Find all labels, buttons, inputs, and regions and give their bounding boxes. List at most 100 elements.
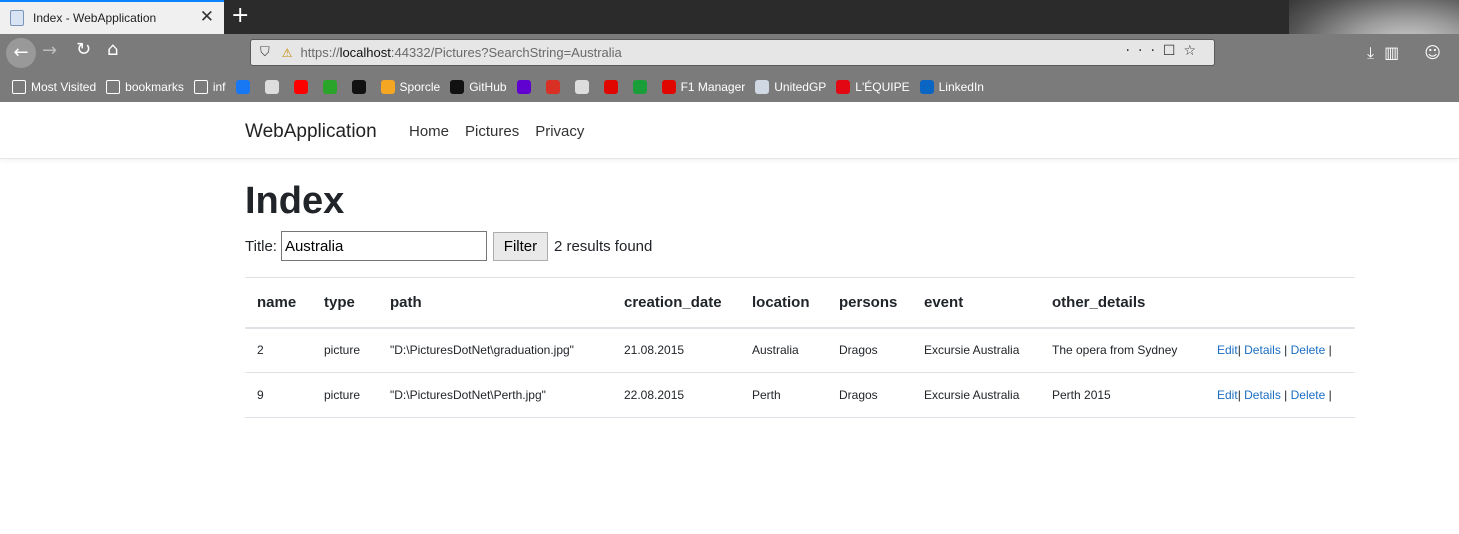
details-link[interactable]: Details — [1244, 343, 1281, 357]
table-header-row: name type path creation_date location pe… — [245, 277, 1355, 329]
bookmark-item[interactable] — [322, 80, 342, 94]
main-nav: Home Pictures Privacy — [409, 123, 584, 140]
bookmark-item[interactable]: Sporcle — [380, 80, 441, 94]
bookmark-item[interactable]: F1 Manager — [661, 80, 746, 94]
nav-privacy[interactable]: Privacy — [535, 123, 584, 140]
delete-link[interactable]: Delete — [1291, 388, 1326, 402]
bookmark-item[interactable]: inf — [193, 80, 226, 94]
forward-icon[interactable]: → — [42, 40, 57, 61]
site-header: WebApplication Home Pictures Privacy — [0, 102, 1459, 159]
nav-pictures[interactable]: Pictures — [465, 123, 519, 140]
bookmark-item[interactable] — [264, 80, 284, 94]
bookmark-item[interactable]: L'ÉQUIPE — [836, 80, 910, 94]
lock-warning-icon[interactable]: ⚠ — [282, 46, 293, 60]
bookmark-label: LinkedIn — [938, 80, 984, 94]
bookmark-icon — [106, 80, 121, 94]
bookmark-label: GitHub — [469, 80, 507, 94]
table-row: 9 picture "D:\PicturesDotNet\Perth.jpg" … — [245, 372, 1355, 418]
column-header: persons — [827, 277, 912, 329]
bookmark-icon — [755, 80, 770, 94]
tab-bar: Index - WebApplication ✕ + — [0, 0, 1459, 102]
bookmark-item[interactable]: Most Visited — [12, 80, 96, 94]
cell-path: "D:\PicturesDotNet\graduation.jpg" — [378, 327, 612, 373]
new-tab-icon[interactable]: + — [231, 3, 249, 28]
cell-location: Australia — [740, 327, 827, 373]
bookmark-icon — [632, 80, 647, 94]
bookmark-item[interactable] — [516, 80, 536, 94]
results-count: 2 results found — [553, 237, 653, 255]
bookmark-icon — [661, 80, 676, 94]
edit-link[interactable]: Edit — [1217, 388, 1238, 402]
url-text[interactable]: https://localhost:44332/Pictures?SearchS… — [301, 45, 622, 60]
home-icon[interactable]: ⌂ — [107, 39, 118, 60]
brand-link[interactable]: WebApplication — [245, 121, 377, 143]
cell-type: picture — [312, 372, 378, 418]
column-header: path — [378, 277, 612, 329]
cell-type: picture — [312, 327, 378, 373]
bookmark-label: Sporcle — [399, 80, 441, 94]
bookmark-icon — [919, 80, 934, 94]
address-bar[interactable]: ⛉ ⚠ https://localhost:44332/Pictures?Sea… — [250, 39, 1215, 66]
bookmarks-toolbar: Most Visited bookmarks inf Sporcle GitHub F1 … — [0, 72, 1459, 102]
bookmark-label: bookmarks — [125, 80, 184, 94]
column-header: name — [245, 277, 312, 329]
back-icon[interactable]: ← — [6, 38, 36, 68]
details-link[interactable]: Details — [1244, 388, 1281, 402]
bookmark-item[interactable] — [293, 80, 313, 94]
bookmark-item[interactable]: GitHub — [450, 80, 507, 94]
bookmark-label: F1 Manager — [680, 80, 746, 94]
filter-label: Title: — [245, 237, 277, 255]
page-icon — [10, 10, 24, 26]
bookmark-item[interactable]: UnitedGP — [755, 80, 826, 94]
filter-button[interactable]: Filter — [492, 231, 548, 261]
bookmark-item[interactable] — [603, 80, 623, 94]
bookmark-item[interactable] — [351, 80, 371, 94]
bookmark-label: Most Visited — [31, 80, 97, 94]
column-header: location — [740, 277, 827, 329]
bookmark-item[interactable] — [235, 80, 255, 94]
bookmark-item[interactable] — [574, 80, 594, 94]
page-title: Index — [245, 180, 345, 222]
bookmark-label: UnitedGP — [774, 80, 827, 94]
cell-persons: Dragos — [827, 327, 912, 373]
nav-toolbar: ← → ↻ ⌂ ⛉ ⚠ https://localhost:44332/Pict… — [0, 34, 1459, 72]
cell-name: 2 — [245, 327, 312, 373]
browser-tab[interactable]: Index - WebApplication ✕ — [0, 0, 224, 34]
bookmark-item[interactable] — [632, 80, 652, 94]
toolbar-icons[interactable]: ⤓▥ ☺ — [1367, 43, 1451, 63]
bookmark-icon — [380, 80, 395, 94]
bookmark-item[interactable]: LinkedIn — [919, 80, 984, 94]
bookmark-item[interactable]: bookmarks — [106, 80, 184, 94]
close-icon[interactable]: ✕ — [200, 9, 214, 26]
pictures-table: name type path creation_date location pe… — [245, 277, 1355, 418]
shield-icon[interactable]: ⛉ — [260, 45, 270, 60]
reload-icon[interactable]: ↻ — [76, 39, 91, 60]
cell-path: "D:\PicturesDotNet\Perth.jpg" — [378, 372, 612, 418]
tab-title: Index - WebApplication — [33, 11, 157, 25]
cell-event: Excursie Australia — [912, 327, 1040, 373]
bookmark-icon — [293, 80, 308, 94]
cell-other-details: The opera from Sydney — [1040, 327, 1205, 373]
filter-form: Title: Filter 2 results found — [245, 231, 652, 261]
row-actions: Edit| Details | Delete | — [1205, 372, 1355, 418]
search-input[interactable] — [280, 231, 487, 261]
column-header: event — [912, 277, 1040, 329]
cell-creation-date: 21.08.2015 — [612, 327, 740, 373]
bookmark-icon — [516, 80, 531, 94]
page-actions-icon[interactable]: ···☐☆ — [1126, 43, 1204, 59]
nav-home[interactable]: Home — [409, 123, 449, 140]
bookmark-icon — [450, 80, 465, 94]
column-header: type — [312, 277, 378, 329]
bookmark-icon — [193, 80, 208, 94]
cell-creation-date: 22.08.2015 — [612, 372, 740, 418]
delete-link[interactable]: Delete — [1291, 343, 1326, 357]
column-header: creation_date — [612, 277, 740, 329]
table-row: 2 picture "D:\PicturesDotNet\graduation.… — [245, 327, 1355, 373]
bookmark-item[interactable] — [545, 80, 565, 94]
bookmark-label: L'ÉQUIPE — [855, 80, 910, 94]
bookmark-icon — [235, 80, 250, 94]
column-header — [1205, 277, 1355, 329]
edit-link[interactable]: Edit — [1217, 343, 1238, 357]
cell-location: Perth — [740, 372, 827, 418]
bookmark-icon — [264, 80, 279, 94]
